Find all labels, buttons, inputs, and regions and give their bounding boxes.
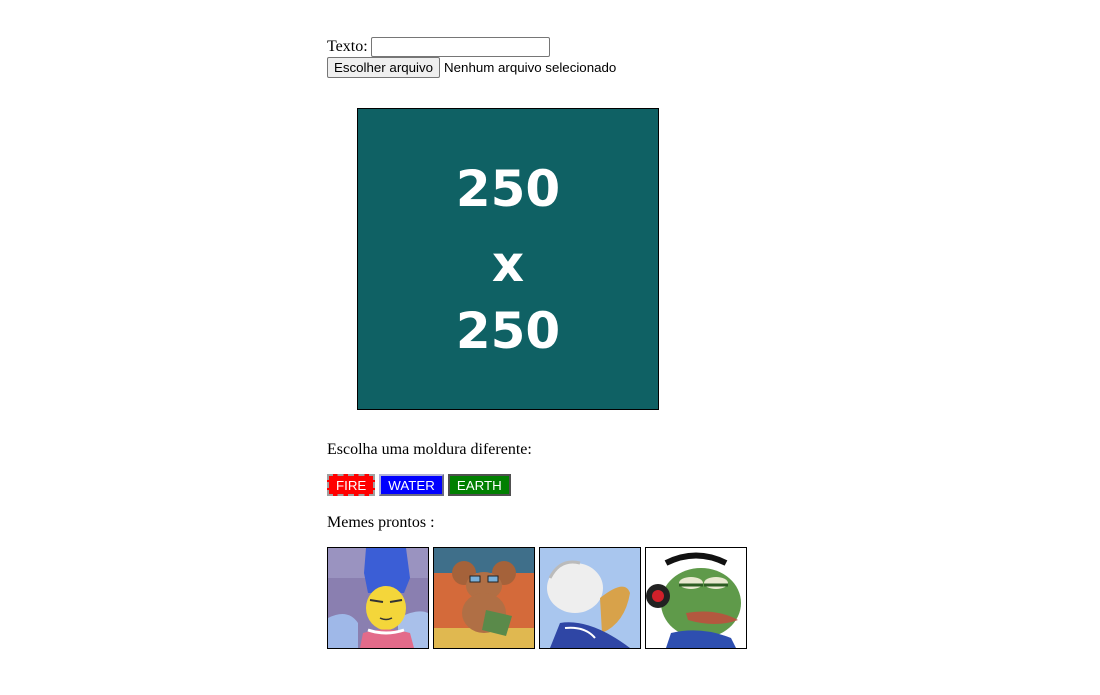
text-input[interactable]	[370, 36, 550, 57]
frame-buttons: FIRE WATER EARTH	[327, 474, 515, 496]
preview-width-text: 250	[455, 160, 561, 218]
earth-frame-button[interactable]: EARTH	[447, 474, 511, 496]
file-row: Escolher arquivo Nenhum arquivo selecion…	[327, 57, 616, 78]
text-label: Texto:	[327, 37, 368, 55]
choose-file-button[interactable]: Escolher arquivo	[327, 57, 441, 78]
meme-gallery	[327, 547, 751, 649]
donald-meme-thumbnail[interactable]	[539, 547, 641, 649]
file-status: Nenhum arquivo selecionado	[444, 60, 617, 75]
meme-preview-canvas: 250 x 250	[357, 108, 659, 410]
memes-prompt: Memes prontos :	[327, 514, 435, 531]
text-row: Texto:	[327, 36, 550, 57]
frame-prompt: Escolha uma moldura diferente:	[327, 441, 532, 458]
fire-frame-button[interactable]: FIRE	[327, 474, 376, 496]
jerry-meme-thumbnail[interactable]	[433, 547, 535, 649]
pepe-meme-thumbnail[interactable]	[645, 547, 747, 649]
preview-height-text: 250	[455, 302, 561, 360]
marge-meme-thumbnail[interactable]	[327, 547, 429, 649]
water-frame-button[interactable]: WATER	[379, 474, 444, 496]
preview-x-text: x	[491, 235, 525, 293]
